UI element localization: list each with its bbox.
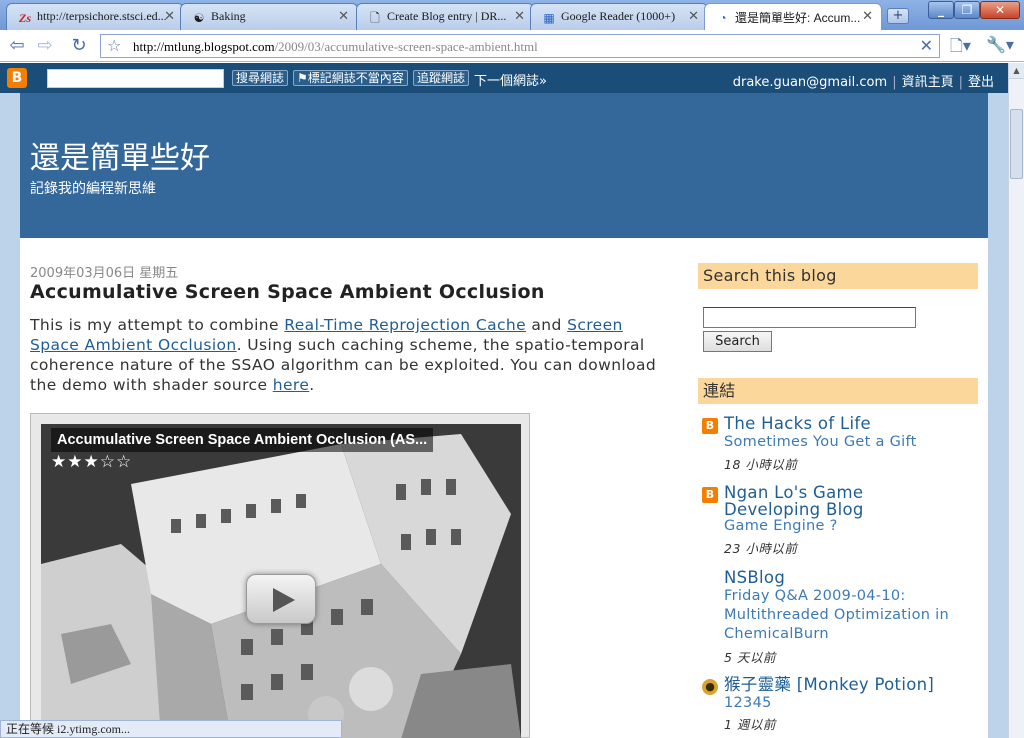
follow-blog-button[interactable]: 追蹤網誌 xyxy=(413,70,470,86)
tab-stsci[interactable]: Zs http://terpsichore.stsci.ed... ✕ xyxy=(6,3,184,30)
tab-title: http://terpsichore.stsci.ed... xyxy=(37,9,167,23)
video-title[interactable]: Accumulative Screen Space Ambient Occlus… xyxy=(51,428,434,452)
blogger-icon: B xyxy=(702,418,718,434)
post-title[interactable]: Accumulative Screen Space Ambient Occlus… xyxy=(30,281,545,303)
main-content: 2009年03月06日 星期五 Accumulative Screen Spac… xyxy=(20,238,988,738)
demo-download-link[interactable]: here xyxy=(273,376,310,394)
video-embed-frame: Accumulative Screen Space Ambient Occlus… xyxy=(30,413,530,738)
tab-title: Google Reader (1000+) xyxy=(561,9,676,23)
search-widget-title: Search this blog xyxy=(698,263,978,289)
loading-favicon: ◔ xyxy=(719,11,727,25)
minimize-window-button[interactable]: _ xyxy=(928,1,954,19)
search-blog-input[interactable] xyxy=(703,307,916,328)
bookmark-star-icon[interactable]: ☆ xyxy=(107,36,121,55)
new-tab-button[interactable]: + xyxy=(887,8,909,24)
feed-time: 18 小時以前 xyxy=(724,457,798,472)
video-rating: ★★★☆☆ xyxy=(51,452,132,472)
wrench-menu-icon[interactable]: 🔧▾ xyxy=(986,35,1014,54)
page-scrollbar[interactable]: ▲ xyxy=(1008,63,1024,738)
links-widget-title: 連結 xyxy=(698,378,978,404)
close-tab-icon[interactable]: ✕ xyxy=(688,9,699,24)
star-filled-icon: ★ xyxy=(51,452,68,472)
yin-yang-favicon: ☯ xyxy=(193,11,205,25)
play-icon xyxy=(273,588,295,612)
tab-strip: Zs http://terpsichore.stsci.ed... ✕ ☯ Ba… xyxy=(0,0,1024,31)
star-empty-icon: ☆ xyxy=(116,452,133,472)
tab-title: Create Blog entry | DR... xyxy=(387,9,507,23)
feed-post-title[interactable]: Sometimes You Get a Gift xyxy=(724,433,964,452)
blogger-logo-icon[interactable]: B xyxy=(7,68,27,88)
close-window-button[interactable]: ✕ xyxy=(980,1,1020,19)
star-filled-icon: ★ xyxy=(83,452,100,472)
scroll-thumb[interactable] xyxy=(1010,109,1023,179)
blog-search-input[interactable] xyxy=(47,69,224,88)
reload-icon: ↻ xyxy=(71,35,87,56)
tab-baking[interactable]: ☯ Baking ✕ xyxy=(180,3,358,30)
star-empty-icon: ☆ xyxy=(99,452,116,472)
flag-blog-button[interactable]: ⚑標記網誌不當內容 xyxy=(293,70,408,86)
scroll-up-arrow-icon[interactable]: ▲ xyxy=(1009,63,1024,79)
feed-post-title[interactable]: 12345 xyxy=(724,694,964,713)
sign-out-link[interactable]: 登出 xyxy=(968,75,994,90)
monkey-icon: ● xyxy=(702,679,718,695)
browser-toolbar: ⇦ ⇨ ↻ ☆ http://mtlung.blogspot.com/2009/… xyxy=(0,30,1024,62)
blogger-navbar: B 搜尋網誌 ⚑標記網誌不當內容 追蹤網誌 下一個網誌» drake.guan@… xyxy=(0,63,1008,93)
close-tab-icon[interactable]: ✕ xyxy=(514,9,525,24)
blogger-icon: B xyxy=(702,487,718,503)
rss-favicon: ▦ xyxy=(543,11,555,25)
flag-icon: ⚑ xyxy=(297,71,308,85)
maximize-window-button[interactable]: ❐ xyxy=(954,1,980,19)
post-body: This is my attempt to combine Real-Time … xyxy=(30,316,657,394)
status-bar: 正在等候 i2.ytimg.com... xyxy=(0,720,342,738)
page-menu-icon[interactable]: 🗋▾ xyxy=(950,35,971,62)
close-tab-icon[interactable]: ✕ xyxy=(164,9,175,24)
separator: | xyxy=(958,75,963,90)
user-email: drake.guan@gmail.com xyxy=(732,75,888,90)
tab-current-blog[interactable]: ◔ 還是簡單些好: Accum... ✕ xyxy=(704,3,882,31)
feed-time: 1 週以前 xyxy=(724,717,776,732)
video-player[interactable]: Accumulative Screen Space Ambient Occlus… xyxy=(41,424,521,738)
account-links: drake.guan@gmail.com | 資訊主頁 | 登出 xyxy=(733,71,994,90)
reprojection-cache-link[interactable]: Real-Time Reprojection Cache xyxy=(284,316,526,334)
play-button[interactable] xyxy=(246,574,316,624)
feed-post-title[interactable]: Game Engine ? xyxy=(724,517,964,536)
tab-create-blog-entry[interactable]: 🗋 Create Blog entry | DR... ✕ xyxy=(356,3,534,30)
close-tab-icon[interactable]: ✕ xyxy=(338,9,349,24)
stop-loading-icon[interactable]: ✕ xyxy=(920,36,933,55)
next-blog-link[interactable]: 下一個網誌» xyxy=(474,70,547,89)
arrow-left-icon: ⇦ xyxy=(9,35,25,56)
feed-blog-name[interactable]: NSBlog xyxy=(724,569,964,586)
back-button[interactable]: ⇦ xyxy=(4,34,30,58)
search-blog-button[interactable]: 搜尋網誌 xyxy=(232,70,289,86)
stsci-favicon: Zs xyxy=(19,11,31,25)
blog-description: 記錄我的編程新思維 xyxy=(30,181,156,197)
arrow-right-icon: ⇨ xyxy=(37,35,53,56)
url-text[interactable]: http://mtlung.blogspot.com/2009/03/accum… xyxy=(133,39,538,55)
tab-title: 還是簡單些好: Accum... xyxy=(735,11,861,25)
feed-post-title[interactable]: Friday Q&A 2009-04-10: Multithreaded Opt… xyxy=(724,587,964,644)
feed-time: 23 小時以前 xyxy=(724,541,798,556)
feed-time: 5 天以前 xyxy=(724,650,776,665)
blog-title[interactable]: 還是簡單些好 xyxy=(30,133,210,177)
separator: | xyxy=(892,75,897,90)
blog-header: 還是簡單些好 記錄我的編程新思維 xyxy=(20,93,988,238)
page-favicon: 🗋 xyxy=(370,11,380,25)
forward-button[interactable]: ⇨ xyxy=(32,34,58,58)
tab-google-reader[interactable]: ▦ Google Reader (1000+) ✕ xyxy=(530,3,708,30)
close-tab-icon[interactable]: ✕ xyxy=(862,9,873,24)
feed-blog-name[interactable]: The Hacks of Life xyxy=(724,415,964,432)
feed-blog-name[interactable]: Ngan Lo's Game Developing Blog xyxy=(724,484,964,518)
post-date: 2009年03月06日 星期五 xyxy=(30,266,179,281)
address-bar[interactable]: ☆ http://mtlung.blogspot.com/2009/03/acc… xyxy=(100,34,940,58)
search-button[interactable]: Search xyxy=(703,331,772,352)
star-filled-icon: ★ xyxy=(67,452,84,472)
reload-button[interactable]: ↻ xyxy=(66,34,92,58)
dashboard-link[interactable]: 資訊主頁 xyxy=(902,75,954,90)
feed-blog-name[interactable]: 猴子靈藥 [Monkey Potion] xyxy=(724,676,964,693)
tab-title: Baking xyxy=(211,9,246,23)
